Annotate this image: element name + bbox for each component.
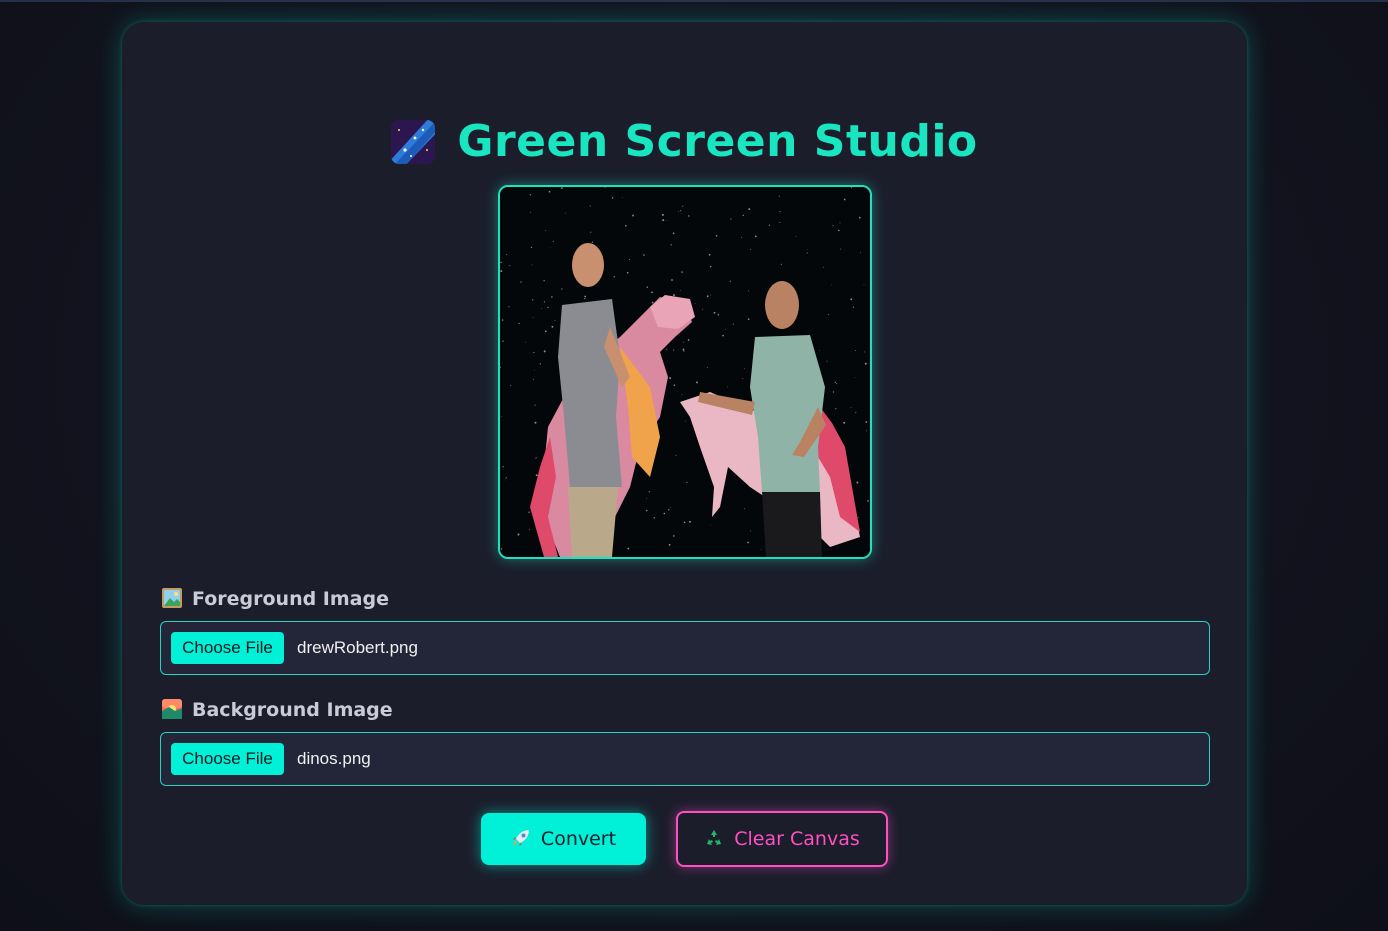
convert-button[interactable]: Convert — [481, 813, 646, 865]
background-file-input[interactable]: Choose File dinos.png — [160, 732, 1210, 786]
framed-picture-icon — [162, 588, 182, 608]
clear-canvas-label: Clear Canvas — [734, 828, 860, 850]
recycle-icon — [704, 814, 724, 866]
background-file-name: dinos.png — [297, 749, 371, 768]
studio-card: Green Screen Studio Foreground Image Cho… — [122, 22, 1247, 905]
foreground-file-name: drewRobert.png — [297, 638, 418, 657]
output-canvas — [498, 185, 872, 559]
convert-label: Convert — [540, 828, 617, 850]
top-border — [0, 0, 1388, 2]
foreground-label-text: Foreground Image — [192, 588, 389, 610]
background-label: Background Image — [162, 697, 393, 723]
composite-image — [500, 187, 870, 557]
sunrise-icon — [162, 699, 182, 719]
rocket-icon — [511, 814, 531, 866]
milky-way-icon — [391, 120, 436, 164]
page-title: Green Screen Studio — [122, 114, 1247, 170]
foreground-choose-file-button[interactable]: Choose File — [171, 632, 284, 664]
app-title: Green Screen Studio — [457, 116, 978, 167]
background-label-text: Background Image — [192, 699, 393, 721]
foreground-label: Foreground Image — [162, 586, 389, 612]
background-choose-file-button[interactable]: Choose File — [171, 743, 284, 775]
clear-canvas-button[interactable]: Clear Canvas — [676, 811, 888, 867]
foreground-file-input[interactable]: Choose File drewRobert.png — [160, 621, 1210, 675]
